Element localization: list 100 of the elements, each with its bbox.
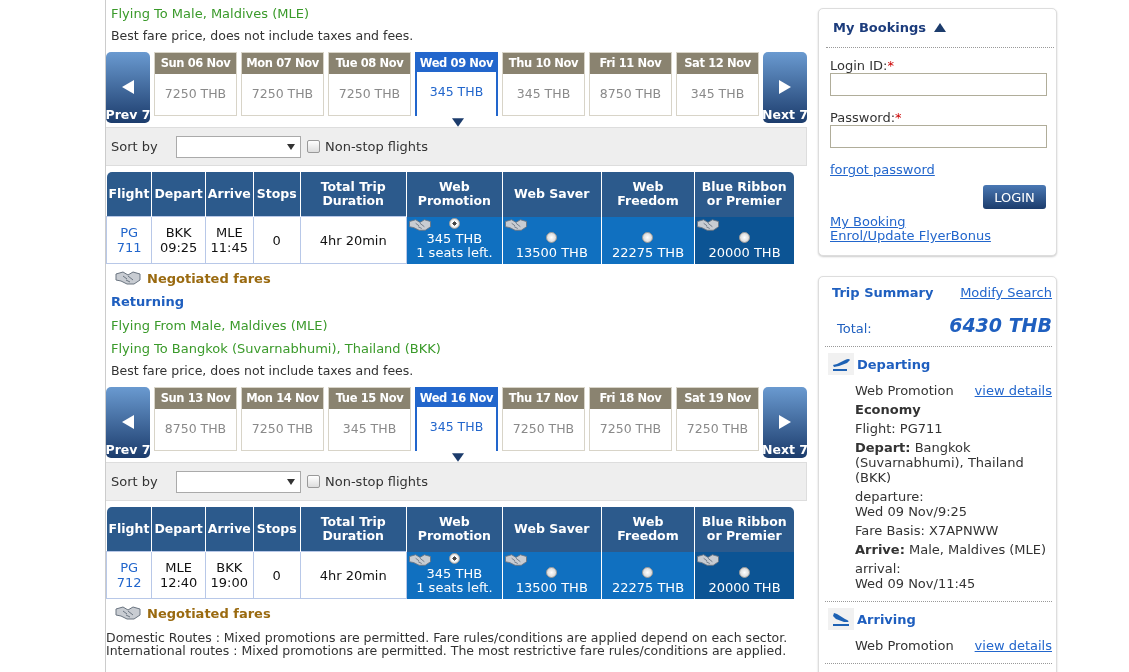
password-field[interactable] xyxy=(830,125,1047,148)
table-cell: 4hr 20min xyxy=(300,551,407,599)
date-tab[interactable]: Sun 13 Nov 8750 THB xyxy=(154,387,237,451)
trip-detail: Economy xyxy=(855,402,922,417)
fare-cell[interactable]: 345 THB 1 seats left. xyxy=(406,216,503,264)
column-header: Stops xyxy=(253,507,301,552)
handshake-icon xyxy=(696,217,721,232)
sort-label: Sort by xyxy=(111,139,159,154)
date-tab[interactable]: Mon 07 Nov 7250 THB xyxy=(241,52,324,116)
up-triangle-icon[interactable] xyxy=(934,23,947,32)
table-cell: 4hr 20min xyxy=(300,216,407,264)
fare-cell[interactable]: 20000 THB xyxy=(694,551,794,599)
radio-button[interactable] xyxy=(546,231,558,243)
date-tab[interactable]: Sat 12 Nov 345 THB xyxy=(676,52,759,116)
fare-cell[interactable]: 20000 THB xyxy=(694,216,794,264)
total-label: Total: xyxy=(837,321,872,336)
next-week-button[interactable]: Next 7 xyxy=(763,52,807,123)
radio-button[interactable] xyxy=(739,566,750,578)
fare-cell[interactable]: 22275 THB xyxy=(601,216,695,264)
fare-price: 22275 THB xyxy=(611,580,685,595)
trip-detail: arrival: xyxy=(855,561,902,576)
left-triangle-icon xyxy=(121,79,135,95)
fare-price: 22275 THB xyxy=(611,245,685,260)
date-tab[interactable]: Sun 06 Nov 7250 THB xyxy=(154,52,237,116)
radio-button[interactable] xyxy=(642,566,654,578)
column-header: Arrive xyxy=(205,172,254,217)
fare-price: 20000 THB xyxy=(708,245,781,260)
radio-button[interactable] xyxy=(546,566,558,578)
field-label: Password: xyxy=(830,110,896,125)
fare-name: Web Promotion xyxy=(855,383,954,398)
date-tab[interactable]: Tue 15 Nov 345 THB xyxy=(328,387,411,451)
fare-note: Best fare price, does not include taxes and fees. xyxy=(110,27,415,45)
trip-detail: Flight: PG711 xyxy=(855,421,944,436)
fare-cell[interactable]: 22275 THB xyxy=(601,551,695,599)
fare-price: 20000 THB xyxy=(708,580,781,595)
account-link[interactable]: Enrol/Update FlyerBonus xyxy=(830,229,991,243)
fare-price: 345 THB xyxy=(426,566,483,581)
trip-detail: departure: xyxy=(855,489,925,504)
radio-button[interactable] xyxy=(448,552,460,564)
required-mark: * xyxy=(895,110,902,125)
handshake-icon xyxy=(115,270,141,286)
fare-note: Best fare price, does not include taxes and fees. xyxy=(110,362,415,380)
date-tab[interactable]: Thu 17 Nov 7250 THB xyxy=(502,387,585,451)
caret-icon xyxy=(287,478,295,485)
section-title: Returning xyxy=(110,293,185,311)
fare-cell[interactable]: 13500 THB xyxy=(502,216,601,264)
route-text: Flying To Bangkok (Suvarnabhumi), Thailand (BKK) xyxy=(110,340,442,358)
field-label: Login ID: xyxy=(830,58,888,73)
radio-button[interactable] xyxy=(448,217,460,229)
panel-title: My Bookings xyxy=(833,20,927,35)
prev-week-button[interactable]: Prev 7 xyxy=(106,52,150,123)
date-tab[interactable]: Fri 18 Nov 7250 THB xyxy=(589,387,672,451)
date-tab[interactable]: Sat 19 Nov 7250 THB xyxy=(676,387,759,451)
down-triangle-icon xyxy=(452,118,464,127)
handshake-icon xyxy=(696,552,721,567)
radio-button[interactable] xyxy=(642,231,654,243)
login-id-field[interactable] xyxy=(830,73,1047,96)
radio-button[interactable] xyxy=(739,231,750,243)
fare-price: 13500 THB xyxy=(515,245,588,260)
column-header: Flight xyxy=(106,172,152,217)
trip-detail: Depart: Bangkok (Suvarnabhumi), Thailand (BKK) xyxy=(855,440,1025,485)
column-header: Depart xyxy=(151,172,206,217)
table-cell: BKK 09:25 xyxy=(151,216,206,264)
takeoff-plane-icon xyxy=(828,353,854,375)
fare-name: Web Promotion xyxy=(855,638,954,653)
view-details-link[interactable]: view details xyxy=(974,383,1052,398)
column-header: Web Saver xyxy=(502,507,601,552)
footnote: International routes : Mixed promotions are permitted. The most restrictive fare rules/conditions are applied. xyxy=(106,644,788,657)
date-tab[interactable]: Thu 10 Nov 345 THB xyxy=(502,52,585,116)
flight-link[interactable]: PG 711 xyxy=(106,216,152,264)
login-button[interactable]: LOGIN xyxy=(983,185,1046,209)
seats-left: 1 seats left. xyxy=(416,580,493,595)
sort-label: Sort by xyxy=(111,474,159,489)
account-link[interactable]: My Booking xyxy=(830,215,906,229)
section-title: Arriving xyxy=(857,611,916,627)
checkbox-label: Non-stop flights xyxy=(325,139,428,154)
date-tab[interactable]: Mon 14 Nov 7250 THB xyxy=(241,387,324,451)
checkbox-label: Non-stop flights xyxy=(325,474,428,489)
handshake-icon xyxy=(407,217,432,232)
right-triangle-icon xyxy=(778,79,792,95)
forgot-password-link[interactable]: forgot password xyxy=(830,162,935,177)
left-triangle-icon xyxy=(121,414,135,430)
column-header: Arrive xyxy=(205,507,254,552)
checkbox[interactable] xyxy=(307,475,320,488)
fare-cell[interactable]: 13500 THB xyxy=(502,551,601,599)
prev-week-button[interactable]: Prev 7 xyxy=(106,387,150,458)
column-header: Total Trip Duration xyxy=(300,507,407,552)
fare-cell[interactable]: 345 THB 1 seats left. xyxy=(406,551,503,599)
date-tab[interactable]: Fri 11 Nov 8750 THB xyxy=(589,52,672,116)
view-details-link[interactable]: view details xyxy=(974,638,1052,653)
date-tab[interactable]: Tue 08 Nov 7250 THB xyxy=(328,52,411,116)
checkbox[interactable] xyxy=(307,140,320,153)
handshake-icon xyxy=(504,552,528,567)
flight-link[interactable]: PG 712 xyxy=(106,551,152,599)
footnote: Domestic Routes : Mixed promotions are permitted. Fare rules/conditions are applied depend on each sector. xyxy=(106,631,789,644)
table-cell: 0 xyxy=(253,551,301,599)
handshake-icon xyxy=(504,217,528,232)
modify-search-link[interactable]: Modify Search xyxy=(960,285,1052,300)
next-week-button[interactable]: Next 7 xyxy=(763,387,807,458)
column-header: Web Freedom xyxy=(601,172,695,217)
